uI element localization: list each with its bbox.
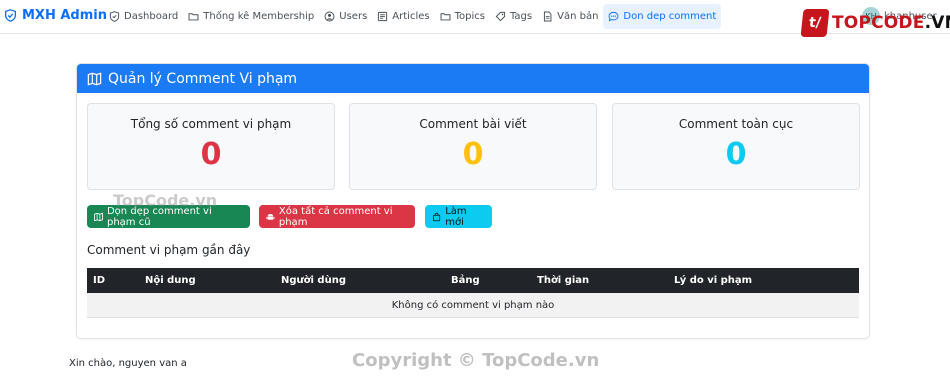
- column-header[interactable]: ID: [93, 275, 105, 286]
- nav-item-dashboard[interactable]: Dashboard: [104, 4, 183, 29]
- speedometer-icon: [109, 10, 120, 22]
- nav-label: Dashboard: [124, 10, 179, 22]
- column-header[interactable]: Bảng: [451, 275, 480, 286]
- nav-item-comment-cleanup[interactable]: Don dep comment: [603, 3, 722, 29]
- stat-total-violations: Tổng số comment vi phạm 0: [87, 103, 335, 190]
- watermark-copyright: Copyright © TopCode.vn: [352, 350, 600, 371]
- nav-item-tags[interactable]: Tags: [490, 4, 537, 29]
- stat-value: 0: [200, 137, 222, 172]
- column-header[interactable]: Nội dung: [145, 275, 196, 286]
- map-icon: [87, 71, 102, 86]
- stat-label: Comment toàn cục: [678, 117, 794, 131]
- nav-label: Thống kê Membership: [203, 10, 315, 22]
- stat-global-comments: Comment toàn cục 0: [612, 103, 860, 190]
- card-title: Quản lý Comment Vi phạm: [108, 70, 298, 87]
- shield-check-icon: [4, 9, 17, 22]
- nav-item-documents[interactable]: Văn bản: [537, 4, 603, 29]
- person-circle-icon: [324, 11, 335, 21]
- button-label: Xóa tất cả comment vi phạm: [278, 205, 393, 228]
- greeting-text: Xin chào, nguyen van a: [69, 358, 187, 369]
- stat-value: 0: [462, 137, 484, 172]
- column-header[interactable]: Thời gian: [537, 275, 589, 286]
- violation-comment-card: Quản lý Comment Vi phạm Tổng số comment …: [76, 63, 870, 339]
- main-nav: Dashboard Thống kê Membership Users Arti…: [104, 3, 722, 29]
- delete-all-violations-button[interactable]: Xóa tất cả comment vi phạm: [259, 205, 415, 228]
- card-header: Quản lý Comment Vi phạm: [77, 64, 869, 93]
- stat-label: Tổng số comment vi phạm: [130, 117, 292, 131]
- nav-label: Topics: [454, 10, 485, 22]
- violations-table: ID Nội dung Người dùng Bảng Thời gian Lý…: [87, 268, 859, 318]
- table-empty-row: Không có comment vi phạm nào: [87, 293, 859, 318]
- file-text-icon: [544, 11, 552, 21]
- cleanup-old-violations-button[interactable]: Dọn dẹp comment vi phạm cũ: [87, 205, 250, 228]
- nav-label: Tags: [509, 10, 533, 22]
- nav-item-users[interactable]: Users: [319, 4, 372, 29]
- topcode-logo-text: TOPCODE.VN: [832, 13, 950, 33]
- stat-value: 0: [725, 137, 747, 172]
- brand[interactable]: MXH Admin: [4, 8, 107, 23]
- button-label: Dọn dẹp comment vi phạm cũ: [106, 205, 212, 228]
- nav-label: Users: [339, 10, 368, 22]
- folder-icon: [440, 12, 451, 20]
- bag-icon: [433, 212, 441, 221]
- nav-item-topics[interactable]: Topics: [435, 4, 490, 29]
- newspaper-icon: [378, 11, 388, 21]
- nav-label: Don dep comment: [623, 10, 717, 22]
- table-header: ID Nội dung Người dùng Bảng Thời gian Lý…: [87, 268, 859, 293]
- stat-label: Comment bài viết: [419, 117, 527, 131]
- nav-label: Articles: [392, 10, 430, 22]
- button-label: Làm mới: [445, 205, 467, 228]
- brand-label: MXH Admin: [22, 8, 107, 23]
- topcode-logo: t/ TOPCODE.VN: [800, 9, 950, 37]
- android-icon: [266, 213, 275, 220]
- nav-label: Văn bản: [557, 10, 599, 22]
- topcode-logo-mark: t/: [800, 9, 830, 37]
- recent-violations-title: Comment vi phạm gần đây: [87, 243, 251, 257]
- chat-dots-icon: [609, 11, 619, 21]
- nav-item-articles[interactable]: Articles: [372, 4, 434, 29]
- folder-icon: [188, 12, 199, 20]
- map-icon: [94, 212, 103, 221]
- stat-article-comments: Comment bài viết 0: [349, 103, 597, 190]
- column-header[interactable]: Lý do vi phạm: [674, 275, 752, 286]
- column-header[interactable]: Người dùng: [281, 275, 346, 286]
- refresh-button[interactable]: Làm mới: [425, 205, 492, 228]
- nav-item-membership-stats[interactable]: Thống kê Membership: [183, 4, 319, 29]
- tag-icon: [495, 11, 506, 21]
- empty-message: Không có comment vi phạm nào: [391, 299, 555, 311]
